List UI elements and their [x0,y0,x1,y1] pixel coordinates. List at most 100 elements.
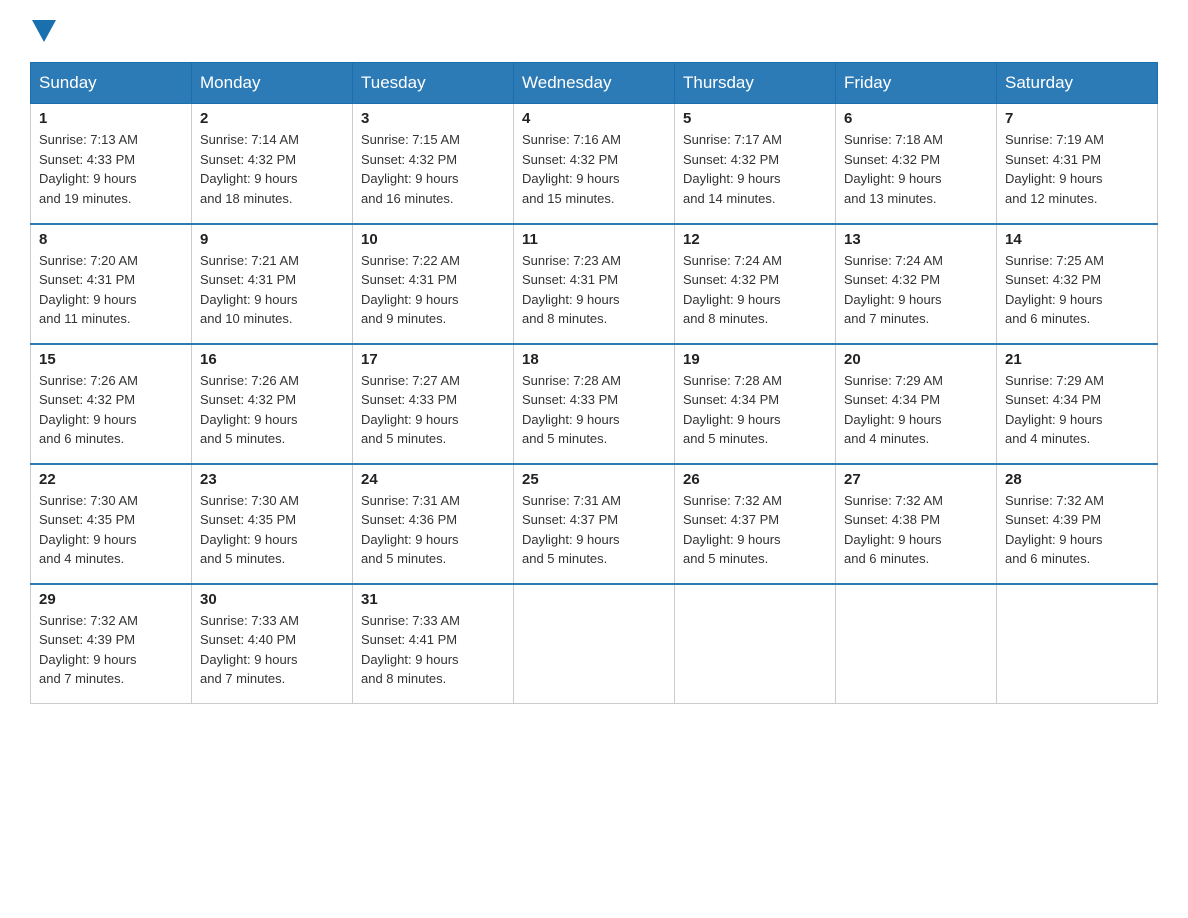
day-info: Sunrise: 7:29 AM Sunset: 4:34 PM Dayligh… [844,371,988,449]
calendar-cell: 4 Sunrise: 7:16 AM Sunset: 4:32 PM Dayli… [514,104,675,224]
day-number: 27 [844,471,988,488]
day-number: 1 [39,110,183,127]
calendar-cell: 14 Sunrise: 7:25 AM Sunset: 4:32 PM Dayl… [997,224,1158,344]
week-row-5: 29 Sunrise: 7:32 AM Sunset: 4:39 PM Dayl… [31,584,1158,704]
week-row-4: 22 Sunrise: 7:30 AM Sunset: 4:35 PM Dayl… [31,464,1158,584]
day-info: Sunrise: 7:18 AM Sunset: 4:32 PM Dayligh… [844,130,988,208]
day-info: Sunrise: 7:32 AM Sunset: 4:39 PM Dayligh… [39,611,183,689]
weekday-header-tuesday: Tuesday [353,63,514,104]
weekday-header-thursday: Thursday [675,63,836,104]
weekday-header-monday: Monday [192,63,353,104]
day-number: 7 [1005,110,1149,127]
calendar-cell: 2 Sunrise: 7:14 AM Sunset: 4:32 PM Dayli… [192,104,353,224]
day-info: Sunrise: 7:30 AM Sunset: 4:35 PM Dayligh… [39,491,183,569]
calendar-cell: 23 Sunrise: 7:30 AM Sunset: 4:35 PM Dayl… [192,464,353,584]
day-number: 22 [39,471,183,488]
day-number: 31 [361,591,505,608]
day-number: 24 [361,471,505,488]
day-number: 28 [1005,471,1149,488]
week-row-1: 1 Sunrise: 7:13 AM Sunset: 4:33 PM Dayli… [31,104,1158,224]
day-info: Sunrise: 7:28 AM Sunset: 4:33 PM Dayligh… [522,371,666,449]
day-number: 20 [844,351,988,368]
day-info: Sunrise: 7:31 AM Sunset: 4:36 PM Dayligh… [361,491,505,569]
calendar-cell: 3 Sunrise: 7:15 AM Sunset: 4:32 PM Dayli… [353,104,514,224]
calendar-cell: 17 Sunrise: 7:27 AM Sunset: 4:33 PM Dayl… [353,344,514,464]
day-info: Sunrise: 7:16 AM Sunset: 4:32 PM Dayligh… [522,130,666,208]
page-header [30,20,1158,42]
day-number: 14 [1005,231,1149,248]
day-number: 19 [683,351,827,368]
calendar-cell [514,584,675,704]
day-info: Sunrise: 7:23 AM Sunset: 4:31 PM Dayligh… [522,251,666,329]
day-number: 12 [683,231,827,248]
day-info: Sunrise: 7:21 AM Sunset: 4:31 PM Dayligh… [200,251,344,329]
day-number: 6 [844,110,988,127]
calendar-table: SundayMondayTuesdayWednesdayThursdayFrid… [30,62,1158,704]
calendar-cell: 31 Sunrise: 7:33 AM Sunset: 4:41 PM Dayl… [353,584,514,704]
day-info: Sunrise: 7:26 AM Sunset: 4:32 PM Dayligh… [200,371,344,449]
calendar-cell: 30 Sunrise: 7:33 AM Sunset: 4:40 PM Dayl… [192,584,353,704]
weekday-header-row: SundayMondayTuesdayWednesdayThursdayFrid… [31,63,1158,104]
calendar-cell: 29 Sunrise: 7:32 AM Sunset: 4:39 PM Dayl… [31,584,192,704]
logo [30,20,58,42]
calendar-cell [997,584,1158,704]
day-number: 18 [522,351,666,368]
day-number: 23 [200,471,344,488]
day-number: 8 [39,231,183,248]
day-number: 29 [39,591,183,608]
day-number: 10 [361,231,505,248]
day-number: 9 [200,231,344,248]
weekday-header-saturday: Saturday [997,63,1158,104]
day-info: Sunrise: 7:27 AM Sunset: 4:33 PM Dayligh… [361,371,505,449]
day-info: Sunrise: 7:33 AM Sunset: 4:41 PM Dayligh… [361,611,505,689]
day-number: 11 [522,231,666,248]
day-number: 16 [200,351,344,368]
calendar-cell: 19 Sunrise: 7:28 AM Sunset: 4:34 PM Dayl… [675,344,836,464]
calendar-cell: 25 Sunrise: 7:31 AM Sunset: 4:37 PM Dayl… [514,464,675,584]
day-number: 26 [683,471,827,488]
calendar-cell [836,584,997,704]
day-info: Sunrise: 7:32 AM Sunset: 4:39 PM Dayligh… [1005,491,1149,569]
day-info: Sunrise: 7:25 AM Sunset: 4:32 PM Dayligh… [1005,251,1149,329]
day-info: Sunrise: 7:20 AM Sunset: 4:31 PM Dayligh… [39,251,183,329]
calendar-cell: 5 Sunrise: 7:17 AM Sunset: 4:32 PM Dayli… [675,104,836,224]
weekday-header-friday: Friday [836,63,997,104]
calendar-cell [675,584,836,704]
calendar-cell: 15 Sunrise: 7:26 AM Sunset: 4:32 PM Dayl… [31,344,192,464]
day-info: Sunrise: 7:14 AM Sunset: 4:32 PM Dayligh… [200,130,344,208]
day-number: 4 [522,110,666,127]
day-number: 25 [522,471,666,488]
calendar-cell: 27 Sunrise: 7:32 AM Sunset: 4:38 PM Dayl… [836,464,997,584]
day-info: Sunrise: 7:17 AM Sunset: 4:32 PM Dayligh… [683,130,827,208]
calendar-cell: 12 Sunrise: 7:24 AM Sunset: 4:32 PM Dayl… [675,224,836,344]
day-info: Sunrise: 7:29 AM Sunset: 4:34 PM Dayligh… [1005,371,1149,449]
day-info: Sunrise: 7:26 AM Sunset: 4:32 PM Dayligh… [39,371,183,449]
day-number: 15 [39,351,183,368]
day-number: 2 [200,110,344,127]
logo-triangle-icon [32,20,56,42]
calendar-cell: 1 Sunrise: 7:13 AM Sunset: 4:33 PM Dayli… [31,104,192,224]
calendar-cell: 21 Sunrise: 7:29 AM Sunset: 4:34 PM Dayl… [997,344,1158,464]
calendar-cell: 11 Sunrise: 7:23 AM Sunset: 4:31 PM Dayl… [514,224,675,344]
day-number: 5 [683,110,827,127]
calendar-cell: 13 Sunrise: 7:24 AM Sunset: 4:32 PM Dayl… [836,224,997,344]
calendar-cell: 20 Sunrise: 7:29 AM Sunset: 4:34 PM Dayl… [836,344,997,464]
calendar-cell: 16 Sunrise: 7:26 AM Sunset: 4:32 PM Dayl… [192,344,353,464]
weekday-header-wednesday: Wednesday [514,63,675,104]
calendar-cell: 6 Sunrise: 7:18 AM Sunset: 4:32 PM Dayli… [836,104,997,224]
day-number: 13 [844,231,988,248]
calendar-cell: 8 Sunrise: 7:20 AM Sunset: 4:31 PM Dayli… [31,224,192,344]
calendar-cell: 28 Sunrise: 7:32 AM Sunset: 4:39 PM Dayl… [997,464,1158,584]
week-row-2: 8 Sunrise: 7:20 AM Sunset: 4:31 PM Dayli… [31,224,1158,344]
day-info: Sunrise: 7:24 AM Sunset: 4:32 PM Dayligh… [844,251,988,329]
calendar-cell: 7 Sunrise: 7:19 AM Sunset: 4:31 PM Dayli… [997,104,1158,224]
day-info: Sunrise: 7:13 AM Sunset: 4:33 PM Dayligh… [39,130,183,208]
week-row-3: 15 Sunrise: 7:26 AM Sunset: 4:32 PM Dayl… [31,344,1158,464]
calendar-cell: 22 Sunrise: 7:30 AM Sunset: 4:35 PM Dayl… [31,464,192,584]
calendar-cell: 9 Sunrise: 7:21 AM Sunset: 4:31 PM Dayli… [192,224,353,344]
day-info: Sunrise: 7:33 AM Sunset: 4:40 PM Dayligh… [200,611,344,689]
weekday-header-sunday: Sunday [31,63,192,104]
day-info: Sunrise: 7:30 AM Sunset: 4:35 PM Dayligh… [200,491,344,569]
day-info: Sunrise: 7:28 AM Sunset: 4:34 PM Dayligh… [683,371,827,449]
day-number: 30 [200,591,344,608]
